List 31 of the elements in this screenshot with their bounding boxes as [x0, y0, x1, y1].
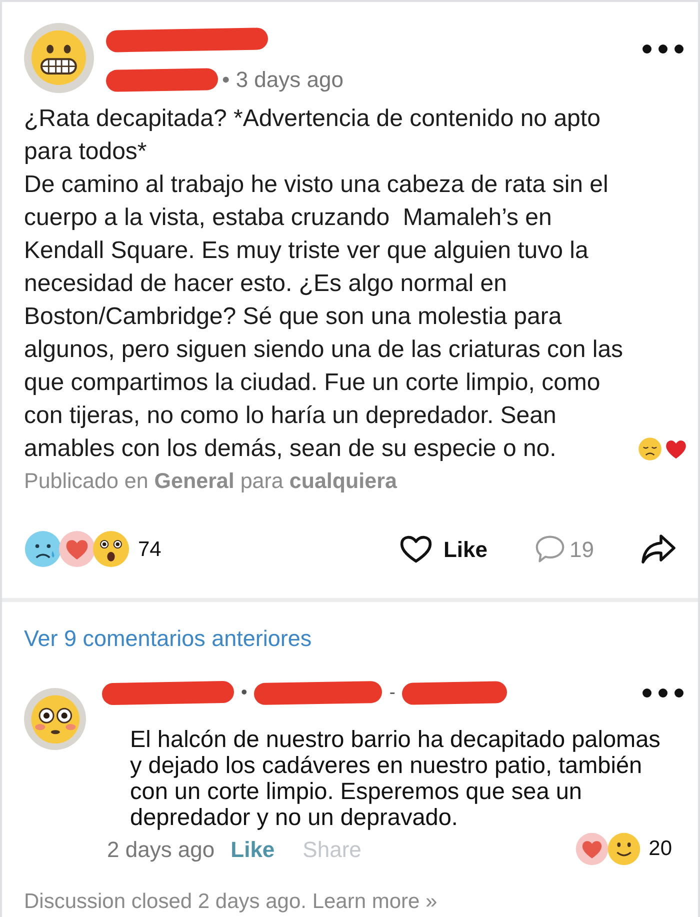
separator: •: [241, 681, 248, 704]
reaction-count: 74: [138, 536, 162, 562]
share-arrow-icon: [640, 533, 676, 566]
comment-time: 2 days ago: [107, 836, 215, 864]
heart-reaction-icon: [574, 832, 609, 866]
more-icon: [642, 688, 684, 698]
disappointed-face-icon: [638, 437, 662, 461]
previous-comments-link[interactable]: Ver 9 comentarios anteriores: [24, 622, 312, 656]
astonished-face-icon: [92, 530, 130, 568]
speech-bubble-icon: [534, 534, 566, 564]
reaction-count: 20: [648, 836, 672, 862]
heart-reaction-icon: [58, 530, 96, 568]
more-options-button[interactable]: [642, 43, 684, 55]
more-icon: [642, 44, 684, 54]
discussion-closed-notice: Discussion closed 2 days ago. Learn more »: [24, 890, 438, 914]
flushed-face-icon: [30, 694, 80, 744]
post-meta: • 3 days ago: [222, 66, 344, 94]
post-title: ¿Rata decapitada? *Advertencia de contenido no apto para todos*: [24, 104, 602, 167]
like-button[interactable]: Like: [399, 532, 488, 566]
heart-icon: [399, 534, 434, 564]
more-options-button[interactable]: [642, 686, 684, 698]
share-button[interactable]: [640, 533, 676, 566]
posted-in-text: Publicado en General para cualquiera: [24, 468, 398, 495]
post-body: De camino al trabajo he visto una cabeza de rata sin el cuerpo a la vista, estaba cruzando Mamaleh’s en Kendall Square. Es muy triste ver que alguien tuvo la necesidad de hacer esto. ¿Es algo normal en Boston/Cambridge? Sé que son una molestia para algunos, pero siguen siendo una de las criaturas con las que compartimos la ciudad. Fue un corte limpio, como con tijeras, no como lo haría un depredador. Sean amables con los demás, sean de su especie o no.: [24, 170, 624, 464]
sad-face-icon: [24, 530, 62, 568]
comment-action-button[interactable]: Like: [228, 832, 277, 866]
separator: -: [389, 681, 396, 704]
comment-button[interactable]: 19: [534, 532, 594, 566]
comment-text: El halcón de nuestro barrio ha decapitado palomas y dejado los cadáveres en nuestro patio, también con un corte limpio. Esperemos que sea un depredador y no un depravado.: [130, 726, 662, 830]
smiling-face-icon: [606, 832, 641, 866]
grimacing-face-icon: [30, 29, 88, 87]
